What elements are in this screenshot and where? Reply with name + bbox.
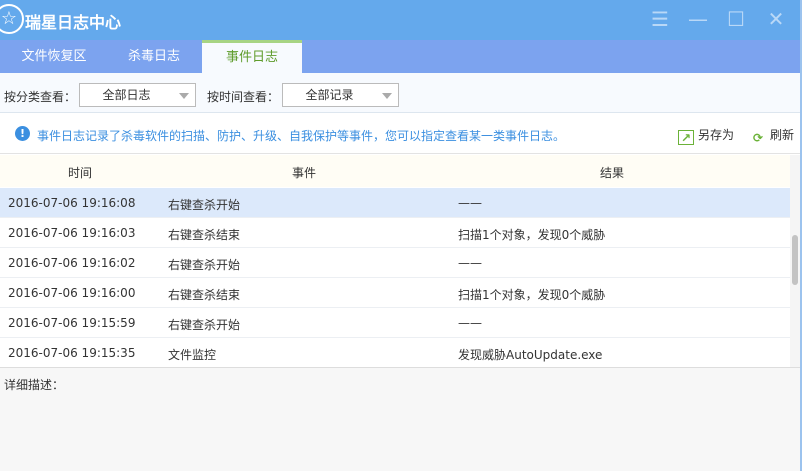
category-select-value: 全部日志 xyxy=(102,88,151,102)
app-title: 瑞星日志中心 xyxy=(25,13,122,32)
detail-panel: 详细描述： xyxy=(0,367,802,471)
refresh-button[interactable]: ⟳ 刷新 xyxy=(750,126,794,146)
info-icon: ! xyxy=(15,126,30,141)
table-row[interactable]: 2016-07-06 19:16:02 右键查杀开始 —— xyxy=(0,248,790,278)
cell-event: 右键查杀开始 xyxy=(168,258,241,272)
cell-result: 发现威胁AutoUpdate.exe xyxy=(458,348,603,362)
cell-time: 2016-07-06 19:16:03 xyxy=(8,226,136,240)
column-header-time[interactable]: 时间 xyxy=(68,164,92,181)
export-icon: ↗ xyxy=(678,130,694,145)
tab-virus-log[interactable]: 杀毒日志 xyxy=(104,40,204,73)
scrollbar-thumb[interactable] xyxy=(792,235,798,285)
column-header-event[interactable]: 事件 xyxy=(292,164,316,181)
refresh-icon: ⟳ xyxy=(752,131,764,145)
cell-event: 右键查杀开始 xyxy=(168,318,241,332)
time-select[interactable]: 全部记录 xyxy=(282,83,399,107)
chevron-down-icon xyxy=(179,93,189,99)
table-row[interactable]: 2016-07-06 19:16:03 右键查杀结束 扫描1个对象，发现0个威胁 xyxy=(0,218,790,248)
cell-result: —— xyxy=(458,316,482,330)
time-select-value: 全部记录 xyxy=(305,88,354,102)
info-text: 事件日志记录了杀毒软件的扫描、防护、升级、自我保护等事件，您可以指定查看某一类事… xyxy=(37,129,566,143)
category-filter-label: 按分类查看： xyxy=(4,90,77,104)
table-row[interactable]: 2016-07-06 19:15:59 右键查杀开始 —— xyxy=(0,308,790,338)
cell-result: 扫描1个对象，发现0个威胁 xyxy=(458,228,606,242)
save-as-label: 另存为 xyxy=(698,128,735,142)
category-select[interactable]: 全部日志 xyxy=(79,83,196,107)
save-as-button[interactable]: ↗ 另存为 xyxy=(678,126,734,145)
tab-bar: 文件恢复区 杀毒日志 事件日志 xyxy=(0,40,802,73)
info-bar: ! 事件日志记录了杀毒软件的扫描、防护、升级、自我保护等事件，您可以指定查看某一… xyxy=(0,114,802,154)
minimize-icon[interactable]: — xyxy=(686,8,710,30)
cell-event: 右键查杀结束 xyxy=(168,288,241,302)
close-icon[interactable]: ✕ xyxy=(764,8,788,30)
title-bar: ☆ 瑞星日志中心 ☰ — ☐ ✕ xyxy=(0,0,802,40)
chevron-down-icon xyxy=(382,93,392,99)
cell-event: 右键查杀开始 xyxy=(168,198,241,212)
time-filter-label: 按时间查看： xyxy=(207,90,280,104)
cell-time: 2016-07-06 19:16:02 xyxy=(8,256,136,270)
tab-file-recovery[interactable]: 文件恢复区 xyxy=(4,40,104,73)
filter-bar: 按分类查看： 全部日志 按时间查看： 全部记录 xyxy=(0,73,802,113)
menu-icon[interactable]: ☰ xyxy=(648,8,672,30)
maximize-icon[interactable]: ☐ xyxy=(724,8,748,30)
table-row[interactable]: 2016-07-06 19:16:08 右键查杀开始 —— xyxy=(0,188,790,218)
cell-time: 2016-07-06 19:16:08 xyxy=(8,196,136,210)
event-table: 2016-07-06 19:16:08 右键查杀开始 —— 2016-07-06 19… xyxy=(0,188,790,368)
cell-time: 2016-07-06 19:16:00 xyxy=(8,286,136,300)
refresh-label: 刷新 xyxy=(770,128,795,142)
cell-result: 扫描1个对象，发现0个威胁 xyxy=(458,288,606,302)
table-header: 时间 事件 结果 xyxy=(0,155,790,187)
table-row[interactable]: 2016-07-06 19:16:00 右键查杀结束 扫描1个对象，发现0个威胁 xyxy=(0,278,790,308)
cell-event: 右键查杀结束 xyxy=(168,228,241,242)
tab-event-log[interactable]: 事件日志 xyxy=(202,40,302,73)
rising-logo-icon: ☆ xyxy=(0,4,24,34)
cell-result: —— xyxy=(458,256,482,270)
cell-time: 2016-07-06 19:15:35 xyxy=(8,346,136,360)
cell-result: —— xyxy=(458,196,482,210)
column-header-result[interactable]: 结果 xyxy=(600,164,624,181)
cell-event: 文件监控 xyxy=(168,348,217,362)
detail-label: 详细描述： xyxy=(4,378,65,392)
cell-time: 2016-07-06 19:15:59 xyxy=(8,316,136,330)
table-row[interactable]: 2016-07-06 19:15:35 文件监控 发现威胁AutoUpdate.ex… xyxy=(0,338,790,368)
